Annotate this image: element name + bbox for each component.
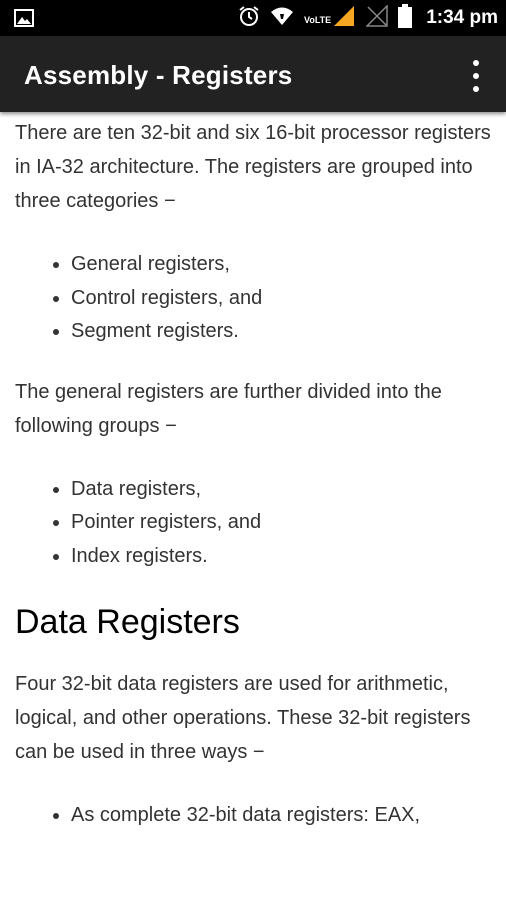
image-notification-icon — [14, 9, 34, 31]
list-item: Control registers, and — [71, 282, 495, 316]
general-registers-paragraph: The general registers are further divide… — [15, 380, 442, 437]
more-vert-icon[interactable] — [464, 60, 488, 92]
app-bar: Assembly - Registers — [0, 36, 506, 112]
wifi-icon — [270, 6, 294, 31]
list-item: Pointer registers, and — [71, 506, 495, 540]
alarm-clock-icon — [238, 5, 260, 32]
menu-dot — [473, 73, 479, 79]
menu-dot — [473, 60, 479, 66]
list-item: Segment registers. — [71, 315, 495, 349]
data-registers-paragraph: Four 32-bit data registers are used for … — [15, 673, 471, 763]
signal-icon — [365, 3, 388, 32]
list-item: Index registers. — [71, 540, 495, 574]
list-item: General registers, — [71, 248, 495, 282]
page-title: Assembly - Registers — [24, 60, 293, 90]
article-content: There are ten 32-bit and six 16-bit proc… — [15, 112, 495, 859]
battery-icon — [398, 3, 413, 33]
categories-list: General registers, Control registers, an… — [15, 248, 495, 349]
section-heading: Data Registers — [15, 603, 240, 641]
volte-label: VoLTE — [304, 15, 331, 25]
status-bar: VoLTE 1:34 pm — [0, 0, 506, 36]
groups-list: Data registers, Pointer registers, and I… — [15, 473, 495, 574]
volte-signal-icon: VoLTE — [304, 5, 356, 32]
status-time: 1:34 pm — [426, 7, 498, 28]
list-item: As complete 32-bit data registers: EAX, — [71, 799, 495, 833]
list-item: Data registers, — [71, 473, 495, 507]
ways-list: As complete 32-bit data registers: EAX, — [15, 799, 495, 833]
menu-dot — [473, 86, 479, 92]
intro-paragraph: There are ten 32-bit and six 16-bit proc… — [15, 122, 491, 212]
